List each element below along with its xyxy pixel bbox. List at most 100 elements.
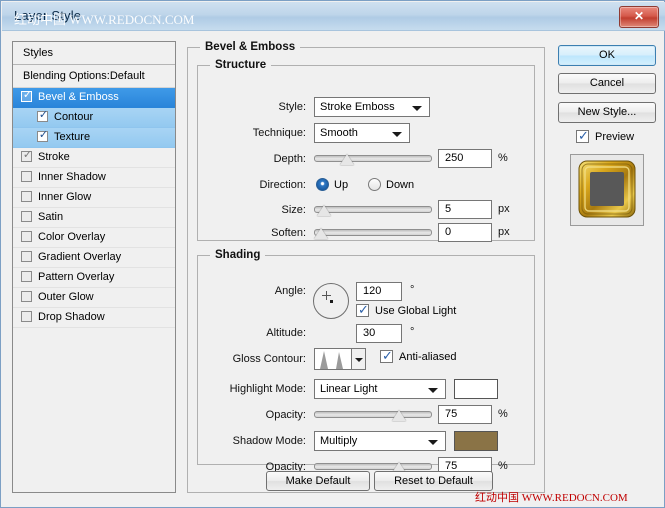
structure-legend: Structure (210, 59, 271, 71)
style-item-gradient-overlay[interactable]: Gradient Overlay (13, 248, 175, 268)
shading-group: Shading Angle: 120 ° Use Global Light Al… (197, 249, 535, 465)
direction-up-radio[interactable] (316, 178, 329, 191)
depth-slider-thumb[interactable] (340, 154, 354, 165)
style-preview-thumbnail (570, 154, 644, 226)
soften-slider[interactable] (314, 223, 432, 242)
soften-slider-thumb[interactable] (314, 228, 328, 239)
shadow-color-swatch[interactable] (454, 431, 498, 451)
style-item-color-overlay[interactable]: Color Overlay (13, 228, 175, 248)
style-item-checkbox[interactable] (21, 251, 32, 262)
styles-panel-header: Styles (13, 42, 175, 65)
gloss-contour-dropdown[interactable] (352, 348, 366, 370)
highlight-mode-select[interactable]: Linear Light (314, 379, 446, 399)
size-unit: px (498, 200, 510, 219)
gold-frame-preview-icon (571, 155, 643, 225)
size-slider[interactable] (314, 200, 432, 219)
shadow-mode-select[interactable]: Multiply (314, 431, 446, 451)
soften-slider-track (314, 229, 432, 236)
gloss-contour-label: Gloss Contour: (198, 349, 306, 369)
style-item-texture[interactable]: Texture (13, 128, 175, 148)
gloss-contour-curve-icon (315, 349, 351, 369)
size-input[interactable]: 5 (438, 200, 492, 219)
style-item-checkbox[interactable] (21, 231, 32, 242)
style-item-checkbox[interactable] (21, 211, 32, 222)
size-slider-thumb[interactable] (317, 205, 331, 216)
depth-unit: % (498, 149, 508, 168)
style-item-bevel-emboss[interactable]: Bevel & Emboss (13, 88, 175, 108)
chevron-down-icon (412, 106, 422, 111)
soften-input[interactable]: 0 (438, 223, 492, 242)
structure-group: Structure Style: Stroke Emboss Technique… (197, 59, 535, 241)
size-slider-track (314, 206, 432, 213)
highlight-color-swatch[interactable] (454, 379, 498, 399)
style-item-label: Bevel & Emboss (38, 91, 119, 103)
depth-input[interactable]: 250 (438, 149, 492, 168)
ok-button[interactable]: OK (558, 45, 656, 66)
style-item-stroke[interactable]: Stroke (13, 148, 175, 168)
style-select[interactable]: Stroke Emboss (314, 97, 430, 117)
preview-checkbox[interactable] (576, 130, 589, 143)
direction-down-radio[interactable] (368, 178, 381, 191)
style-item-drop-shadow[interactable]: Drop Shadow (13, 308, 175, 328)
angle-input[interactable]: 120 (356, 282, 402, 301)
style-item-label: Texture (54, 131, 90, 143)
style-item-contour[interactable]: Contour (13, 108, 175, 128)
style-item-inner-shadow[interactable]: Inner Shadow (13, 168, 175, 188)
styles-list: Bevel & Emboss Contour Texture Stroke Inner … (13, 88, 175, 328)
style-item-checkbox[interactable] (21, 191, 32, 202)
size-label: Size: (206, 200, 306, 220)
style-item-label: Inner Shadow (38, 171, 106, 183)
style-item-label: Pattern Overlay (38, 271, 114, 283)
style-item-label: Satin (38, 211, 63, 223)
depth-slider-track (314, 155, 432, 162)
style-item-outer-glow[interactable]: Outer Glow (13, 288, 175, 308)
anti-aliased-checkbox[interactable] (380, 350, 393, 363)
altitude-input[interactable]: 30 (356, 324, 402, 343)
technique-select-value: Smooth (320, 127, 358, 139)
style-item-satin[interactable]: Satin (13, 208, 175, 228)
shadow-opacity-unit: % (498, 457, 508, 476)
style-item-checkbox[interactable] (21, 171, 32, 182)
chevron-down-icon (428, 440, 438, 445)
style-item-checkbox[interactable] (21, 91, 32, 102)
style-item-inner-glow[interactable]: Inner Glow (13, 188, 175, 208)
reset-to-default-button[interactable]: Reset to Default (374, 471, 493, 491)
style-item-checkbox[interactable] (21, 291, 32, 302)
chevron-down-icon (355, 358, 363, 362)
anti-aliased-label: Anti-aliased (399, 350, 456, 364)
highlight-opacity-track (314, 411, 432, 418)
new-style-button[interactable]: New Style... (558, 102, 656, 123)
close-icon[interactable]: ✕ (619, 6, 659, 28)
layer-style-dialog: Layer Style 红动中国 WWW.REDOCN.COM ✕ Styles… (0, 0, 665, 508)
depth-label: Depth: (206, 149, 306, 169)
blending-options-item[interactable]: Blending Options:Default (13, 65, 175, 88)
style-item-checkbox[interactable] (37, 131, 48, 142)
gloss-contour-preview[interactable] (314, 348, 352, 370)
chevron-down-icon (428, 388, 438, 393)
bevel-emboss-group-title: Bevel & Emboss (200, 41, 300, 53)
highlight-opacity-thumb[interactable] (392, 410, 406, 421)
angle-unit: ° (410, 281, 414, 300)
style-item-checkbox[interactable] (21, 311, 32, 322)
depth-slider[interactable] (314, 149, 432, 168)
style-item-label: Stroke (38, 151, 70, 163)
highlight-opacity-input[interactable]: 75 (438, 405, 492, 424)
preview-label: Preview (595, 130, 634, 144)
style-item-checkbox[interactable] (37, 111, 48, 122)
highlight-mode-label: Highlight Mode: (198, 379, 306, 399)
style-item-checkbox[interactable] (21, 271, 32, 282)
make-default-button[interactable]: Make Default (266, 471, 370, 491)
angle-dial[interactable] (313, 283, 349, 319)
technique-label: Technique: (206, 123, 306, 143)
style-item-label: Gradient Overlay (38, 251, 121, 263)
footer-watermark: 红动中国 WWW.REDOCN.COM (475, 489, 628, 505)
style-select-value: Stroke Emboss (320, 101, 395, 113)
style-item-label: Contour (54, 111, 93, 123)
style-item-pattern-overlay[interactable]: Pattern Overlay (13, 268, 175, 288)
use-global-light-checkbox[interactable] (356, 304, 369, 317)
technique-select[interactable]: Smooth (314, 123, 410, 143)
title-bar[interactable]: Layer Style 红动中国 WWW.REDOCN.COM ✕ (2, 2, 665, 31)
style-item-checkbox[interactable] (21, 151, 32, 162)
cancel-button[interactable]: Cancel (558, 73, 656, 94)
highlight-opacity-slider[interactable] (314, 405, 432, 424)
